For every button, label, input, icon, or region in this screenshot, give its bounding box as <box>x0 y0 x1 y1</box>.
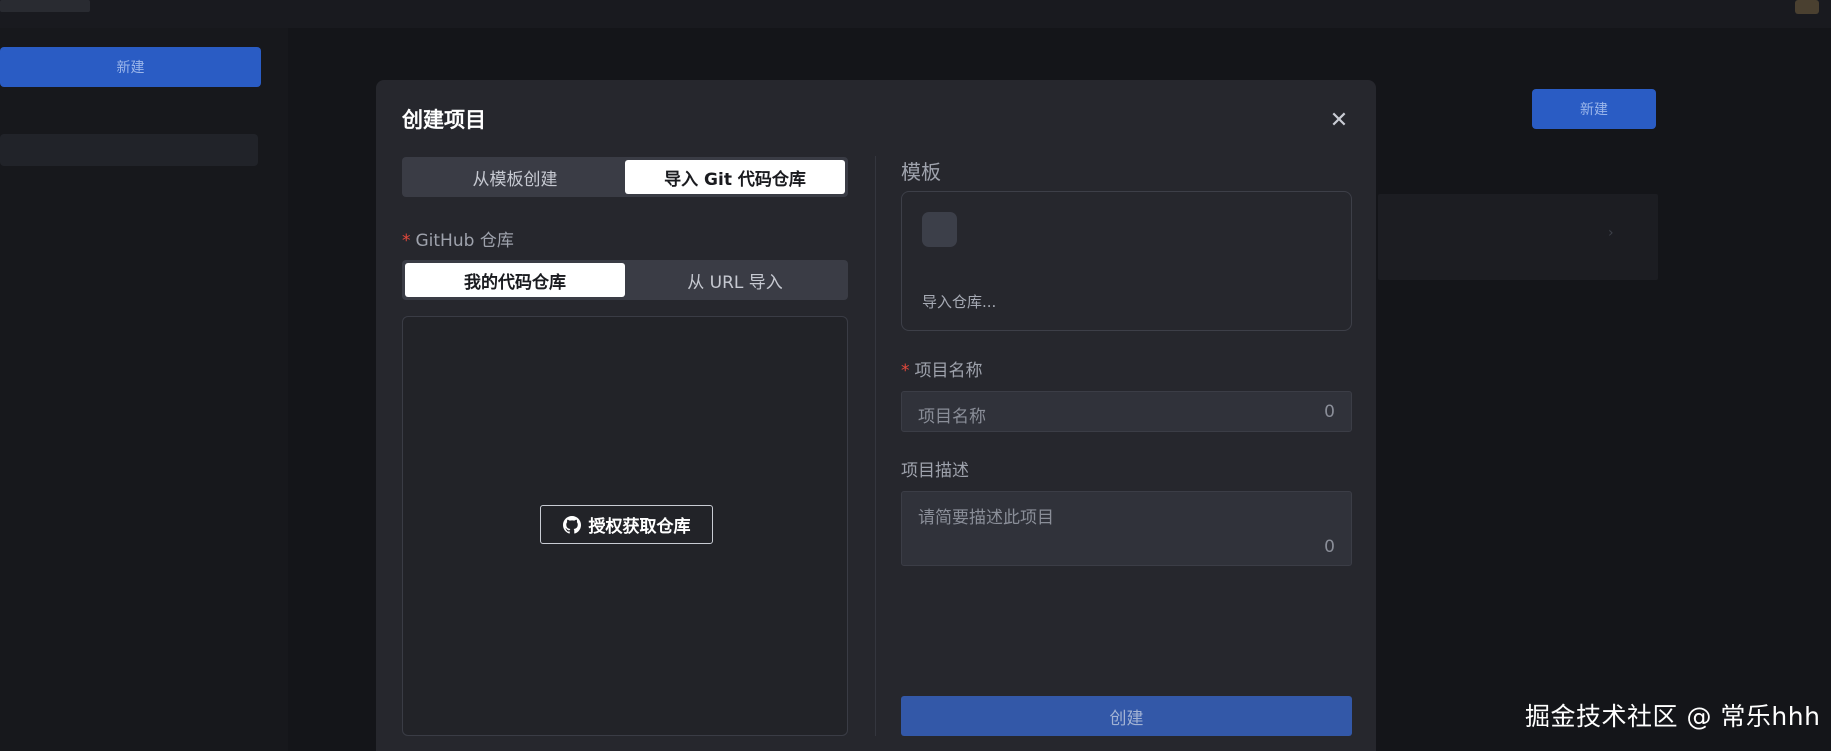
new-project-button[interactable]: 新建 <box>1532 89 1656 129</box>
tab-from-url[interactable]: 从 URL 导入 <box>625 263 845 297</box>
chevron-right-icon: › <box>1608 225 1614 241</box>
app-title-blur <box>0 0 90 12</box>
project-desc-char-count: 0 <box>1324 537 1335 557</box>
template-text: 导入仓库... <box>922 293 997 311</box>
sidebar-new-button[interactable]: 新建 <box>0 47 261 87</box>
required-marker: * <box>402 231 411 251</box>
filter-button[interactable] <box>1440 92 1510 126</box>
dialog-title: 创建项目 <box>402 108 486 132</box>
template-card: 导入仓库... <box>901 191 1352 331</box>
project-desc-label: 项目描述 <box>901 461 969 481</box>
close-icon[interactable]: ✕ <box>1328 110 1350 132</box>
create-button[interactable]: 创建 <box>901 696 1352 736</box>
user-avatar[interactable] <box>1795 0 1819 14</box>
template-icon <box>922 212 957 247</box>
tab-from-template[interactable]: 从模板创建 <box>405 160 625 194</box>
project-name-label: * 项目名称 <box>901 361 983 381</box>
repo-tabs: 我的代码仓库 从 URL 导入 <box>402 260 848 300</box>
sidebar-item-3[interactable] <box>0 234 258 266</box>
authorize-repos-label: 授权获取仓库 <box>588 517 691 537</box>
project-name-char-count: 0 <box>1324 402 1335 422</box>
project-name-input[interactable]: 项目名称 0 <box>901 391 1352 432</box>
authorize-repos-button[interactable]: 授权获取仓库 <box>540 505 713 544</box>
project-desc-placeholder: 请简要描述此项目 <box>918 508 1054 528</box>
create-project-dialog: 创建项目 ✕ 从模板创建 导入 Git 代码仓库 * GitHub 仓库 我的代码… <box>376 80 1376 751</box>
required-marker: * <box>901 361 910 381</box>
project-name-placeholder: 项目名称 <box>918 407 986 427</box>
sidebar-item-4[interactable] <box>0 284 258 316</box>
watermark: 掘金技术社区 @ 常乐hhh <box>1525 702 1821 731</box>
github-icon <box>562 515 581 534</box>
sidebar-item-2[interactable] <box>0 184 258 216</box>
app-topbar <box>0 0 1831 28</box>
column-divider <box>875 156 876 736</box>
template-label: 模板 <box>901 160 941 184</box>
github-repo-label: * GitHub 仓库 <box>402 231 514 251</box>
tab-import-git[interactable]: 导入 Git 代码仓库 <box>625 160 845 194</box>
project-desc-textarea[interactable]: 请简要描述此项目 0 <box>901 491 1352 566</box>
sidebar-item-1[interactable] <box>0 134 258 166</box>
tab-my-repos[interactable]: 我的代码仓库 <box>405 263 625 297</box>
source-tabs: 从模板创建 导入 Git 代码仓库 <box>402 157 848 197</box>
